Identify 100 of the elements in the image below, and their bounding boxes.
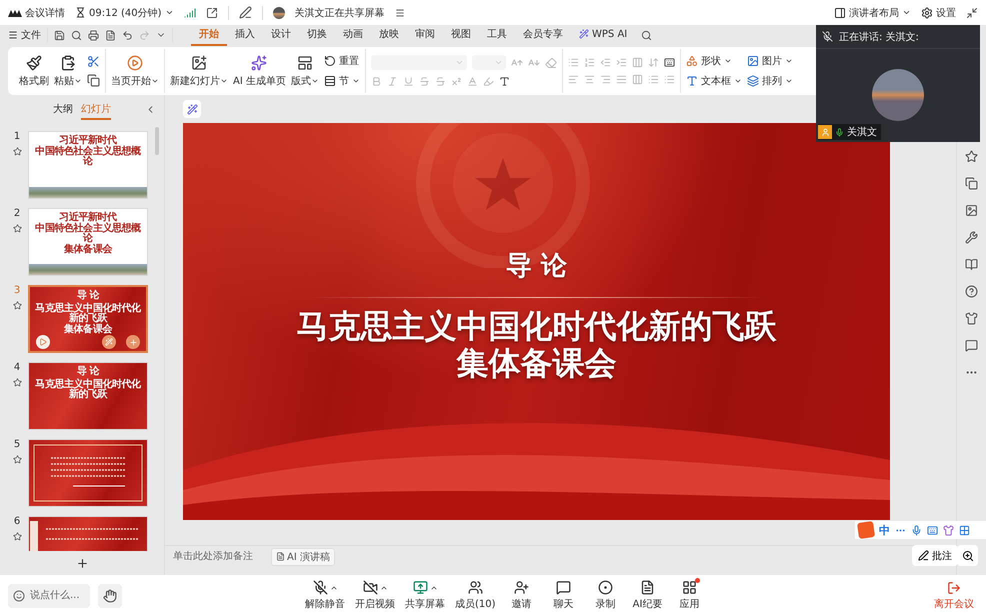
meeting-control-button[interactable]: 录制: [586, 580, 625, 611]
caret-icon: [902, 8, 911, 17]
slide-tool-button[interactable]: AI 生成单页: [233, 54, 286, 88]
minimize-button[interactable]: [966, 6, 978, 18]
external-link-icon: [206, 6, 218, 18]
save-button[interactable]: [54, 30, 65, 40]
ai-script-button[interactable]: AI 演讲稿: [271, 548, 335, 566]
layout-button[interactable]: 演讲者布局: [834, 6, 911, 20]
book-icon[interactable]: [965, 258, 978, 271]
play-button[interactable]: [36, 335, 50, 349]
star-icon[interactable]: [12, 147, 22, 156]
scissors-icon: [87, 55, 100, 68]
image-icon[interactable]: [965, 204, 978, 217]
undo-button[interactable]: [122, 30, 133, 40]
meeting-control-button[interactable]: AI纪要: [628, 580, 667, 611]
slide-thumbnail[interactable]: 导 论 马克思主义中国化时代化新的飞跃: [28, 362, 148, 430]
font-color-icon[interactable]: [466, 76, 478, 87]
star-icon[interactable]: [12, 301, 22, 310]
panel-tab[interactable]: 大纲: [53, 100, 73, 120]
ribbon-tab[interactable]: 审阅: [407, 24, 443, 46]
add-slide-button[interactable]: [126, 335, 140, 349]
slide-thumbnail[interactable]: 习近平新时代 中国特色社会主义思想概论 集体备课会: [28, 208, 148, 276]
meeting-details-button[interactable]: 会议详情: [8, 6, 65, 20]
ribbon-tab[interactable]: 会员专享: [515, 24, 571, 46]
ribbon-tab[interactable]: 放映: [371, 24, 407, 46]
ai-assistant-button[interactable]: [183, 100, 201, 118]
insert-tool-button[interactable]: 形状: [686, 54, 742, 68]
star-icon[interactable]: [12, 378, 22, 387]
paste-button[interactable]: 粘贴: [54, 54, 82, 88]
meeting-control-button[interactable]: 应用: [670, 580, 709, 611]
convert-icon[interactable]: [664, 57, 675, 68]
pop-out-button[interactable]: [206, 6, 218, 18]
star-icon[interactable]: [12, 455, 22, 464]
chat-icon: [556, 580, 572, 595]
star-icon[interactable]: [12, 224, 22, 233]
format-painter-button[interactable]: 格式刷: [19, 54, 49, 88]
menu-button[interactable]: [394, 8, 405, 18]
leave-meeting-button[interactable]: 离开会议: [930, 580, 978, 610]
transition-button[interactable]: [102, 335, 116, 349]
minimize-icon: [966, 6, 978, 18]
caret-icon: [784, 77, 793, 85]
skin-icon[interactable]: [943, 524, 954, 536]
caret-icon: [724, 57, 732, 65]
settings-button[interactable]: 设置: [921, 6, 956, 20]
play-from-current-button[interactable]: 当页开始: [111, 54, 159, 88]
ribbon-tab[interactable]: 插入: [227, 24, 263, 46]
file-menu-button[interactable]: 文件: [8, 28, 41, 42]
ribbon-tab[interactable]: 切换: [299, 24, 335, 46]
slide-tool-button[interactable]: 节: [324, 74, 360, 88]
insert-tool-button[interactable]: 文本框: [686, 74, 742, 88]
tools-icon[interactable]: [965, 231, 978, 244]
meeting-control-button[interactable]: 成员(10): [452, 580, 499, 611]
toolbox-icon[interactable]: [959, 524, 970, 536]
meeting-time-button[interactable]: 09:12 (40分钟): [75, 6, 174, 20]
microphone-icon[interactable]: [911, 524, 922, 536]
slide-tool-button[interactable]: 新建幻灯片: [170, 54, 228, 88]
meeting-control-button[interactable]: 聊天: [544, 580, 583, 611]
search-button[interactable]: [641, 30, 652, 40]
slide-thumbnail[interactable]: 习近平新时代 中国特色社会主义思想概论: [28, 131, 148, 199]
font-name-field[interactable]: [370, 55, 467, 70]
shirt-icon[interactable]: [965, 312, 978, 325]
chat-input-field[interactable]: 说点什么...: [8, 584, 90, 608]
copy-icon[interactable]: [965, 177, 978, 190]
redo-icon: [139, 30, 150, 40]
comment-icon[interactable]: [965, 339, 978, 352]
meeting-control-button[interactable]: 共享屏幕: [402, 580, 448, 611]
input-mode-button[interactable]: 中: [879, 522, 890, 538]
ribbon-tab[interactable]: 视图: [443, 24, 479, 46]
meeting-control-button[interactable]: 邀请: [502, 580, 541, 611]
star-icon[interactable]: [965, 150, 978, 163]
annotation-tool-button[interactable]: [238, 6, 252, 19]
ai-sparkle-icon: [251, 54, 268, 70]
copy-button[interactable]: [87, 74, 100, 87]
scrollbar-thumb[interactable]: [155, 127, 159, 155]
ribbon-tab[interactable]: WPS AI: [571, 24, 636, 46]
thumbnail-text: 马克思主义中国化时代化新的飞跃: [34, 380, 142, 400]
ribbon-tab[interactable]: 工具: [479, 24, 515, 46]
star-icon[interactable]: [12, 532, 22, 541]
insert-tool-button[interactable]: 排列: [746, 74, 793, 88]
zoom-button[interactable]: [957, 545, 978, 566]
raise-hand-button[interactable]: [98, 584, 122, 608]
insert-tool-button[interactable]: 图片: [746, 54, 793, 68]
plus-icon: [76, 556, 88, 570]
help-icon[interactable]: [965, 285, 978, 298]
search-replace-button[interactable]: [71, 30, 82, 40]
cut-button[interactable]: [87, 55, 100, 68]
slide-tool-button[interactable]: 重置: [324, 54, 360, 68]
ribbon-tab[interactable]: 动画: [335, 24, 371, 46]
ribbon-tab[interactable]: 设计: [263, 24, 299, 46]
annotate-button[interactable]: 批注: [912, 545, 958, 566]
meeting-control-button[interactable]: 解除静音: [302, 580, 348, 611]
slide-number: 4: [14, 362, 20, 373]
keyboard-icon[interactable]: [927, 524, 938, 536]
slide-thumbnail[interactable]: 导 论 马克思主义中国化时代化新的飞跃 集体备课会: [28, 285, 148, 353]
text-effect-icon[interactable]: [498, 76, 510, 87]
print-preview-button[interactable]: [105, 30, 116, 40]
font-size-field[interactable]: [472, 55, 506, 70]
print-button[interactable]: [88, 30, 99, 40]
slide-tool-button[interactable]: 版式: [290, 54, 319, 88]
meeting-control-button[interactable]: 开启视频: [352, 580, 398, 611]
